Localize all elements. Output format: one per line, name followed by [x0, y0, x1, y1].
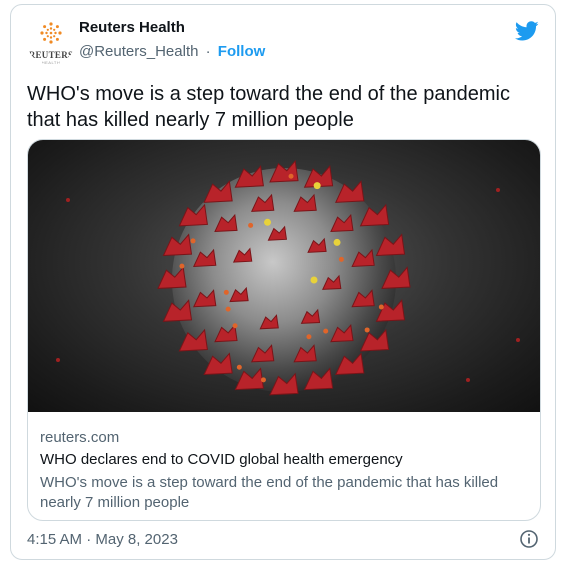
background-particle — [66, 198, 70, 202]
spike-protein — [234, 165, 264, 188]
surface-protein — [236, 364, 242, 370]
account-name[interactable]: Reuters Health — [79, 19, 185, 36]
surface-protein — [248, 222, 254, 228]
surface-protein — [310, 276, 318, 284]
info-icon[interactable] — [519, 529, 539, 549]
surface-protein — [378, 304, 384, 310]
tweet-text: WHO's move is a step toward the end of t… — [27, 83, 510, 131]
avatar-subword: HEALTH — [41, 60, 61, 65]
link-description: WHO's move is a step toward the end of t… — [40, 474, 499, 511]
tweet-timestamp[interactable]: 4:15 AM · May 8, 2023 — [27, 531, 178, 548]
follow-button[interactable]: Follow — [218, 43, 266, 60]
account-handle[interactable]: @Reuters_Health — [79, 43, 198, 60]
surface-protein — [225, 306, 231, 312]
coronavirus-illustration — [56, 159, 520, 396]
background-particle — [496, 188, 500, 192]
surface-protein — [232, 323, 238, 329]
handle-row: @Reuters_Health · Follow — [79, 43, 265, 60]
spike-protein — [178, 203, 208, 227]
surface-protein — [264, 218, 272, 226]
surface-protein — [364, 327, 370, 333]
surface-protein — [179, 263, 185, 269]
surface-protein — [338, 256, 344, 262]
tweet-embed-card: REUTERS HEALTH Reuters Health @Reuters_H… — [10, 4, 556, 560]
link-preview-card[interactable]: reuters.com WHO declares end to COVID gl… — [27, 139, 541, 521]
reuters-logo-icon — [40, 22, 62, 44]
spike-protein — [157, 266, 187, 289]
surface-protein — [306, 334, 312, 340]
twitter-bird-icon[interactable] — [515, 19, 539, 43]
surface-protein — [260, 377, 266, 383]
link-title: WHO declares end to COVID global health … — [40, 451, 403, 468]
background-particle — [56, 358, 60, 362]
surface-protein — [323, 328, 329, 334]
surface-protein — [223, 289, 229, 295]
spike-protein — [162, 233, 193, 257]
background-particle — [466, 378, 470, 382]
avatar-wordmark: REUTERS — [28, 50, 74, 60]
background-particle — [516, 338, 520, 342]
separator-dot: · — [205, 43, 211, 60]
coronavirus-image — [28, 140, 540, 412]
surface-protein — [288, 173, 294, 179]
link-domain: reuters.com — [40, 429, 120, 446]
surface-protein — [190, 238, 196, 244]
surface-protein — [333, 238, 341, 246]
surface-protein — [313, 182, 321, 190]
spike-protein — [203, 180, 233, 203]
avatar[interactable]: REUTERS HEALTH — [27, 17, 75, 65]
